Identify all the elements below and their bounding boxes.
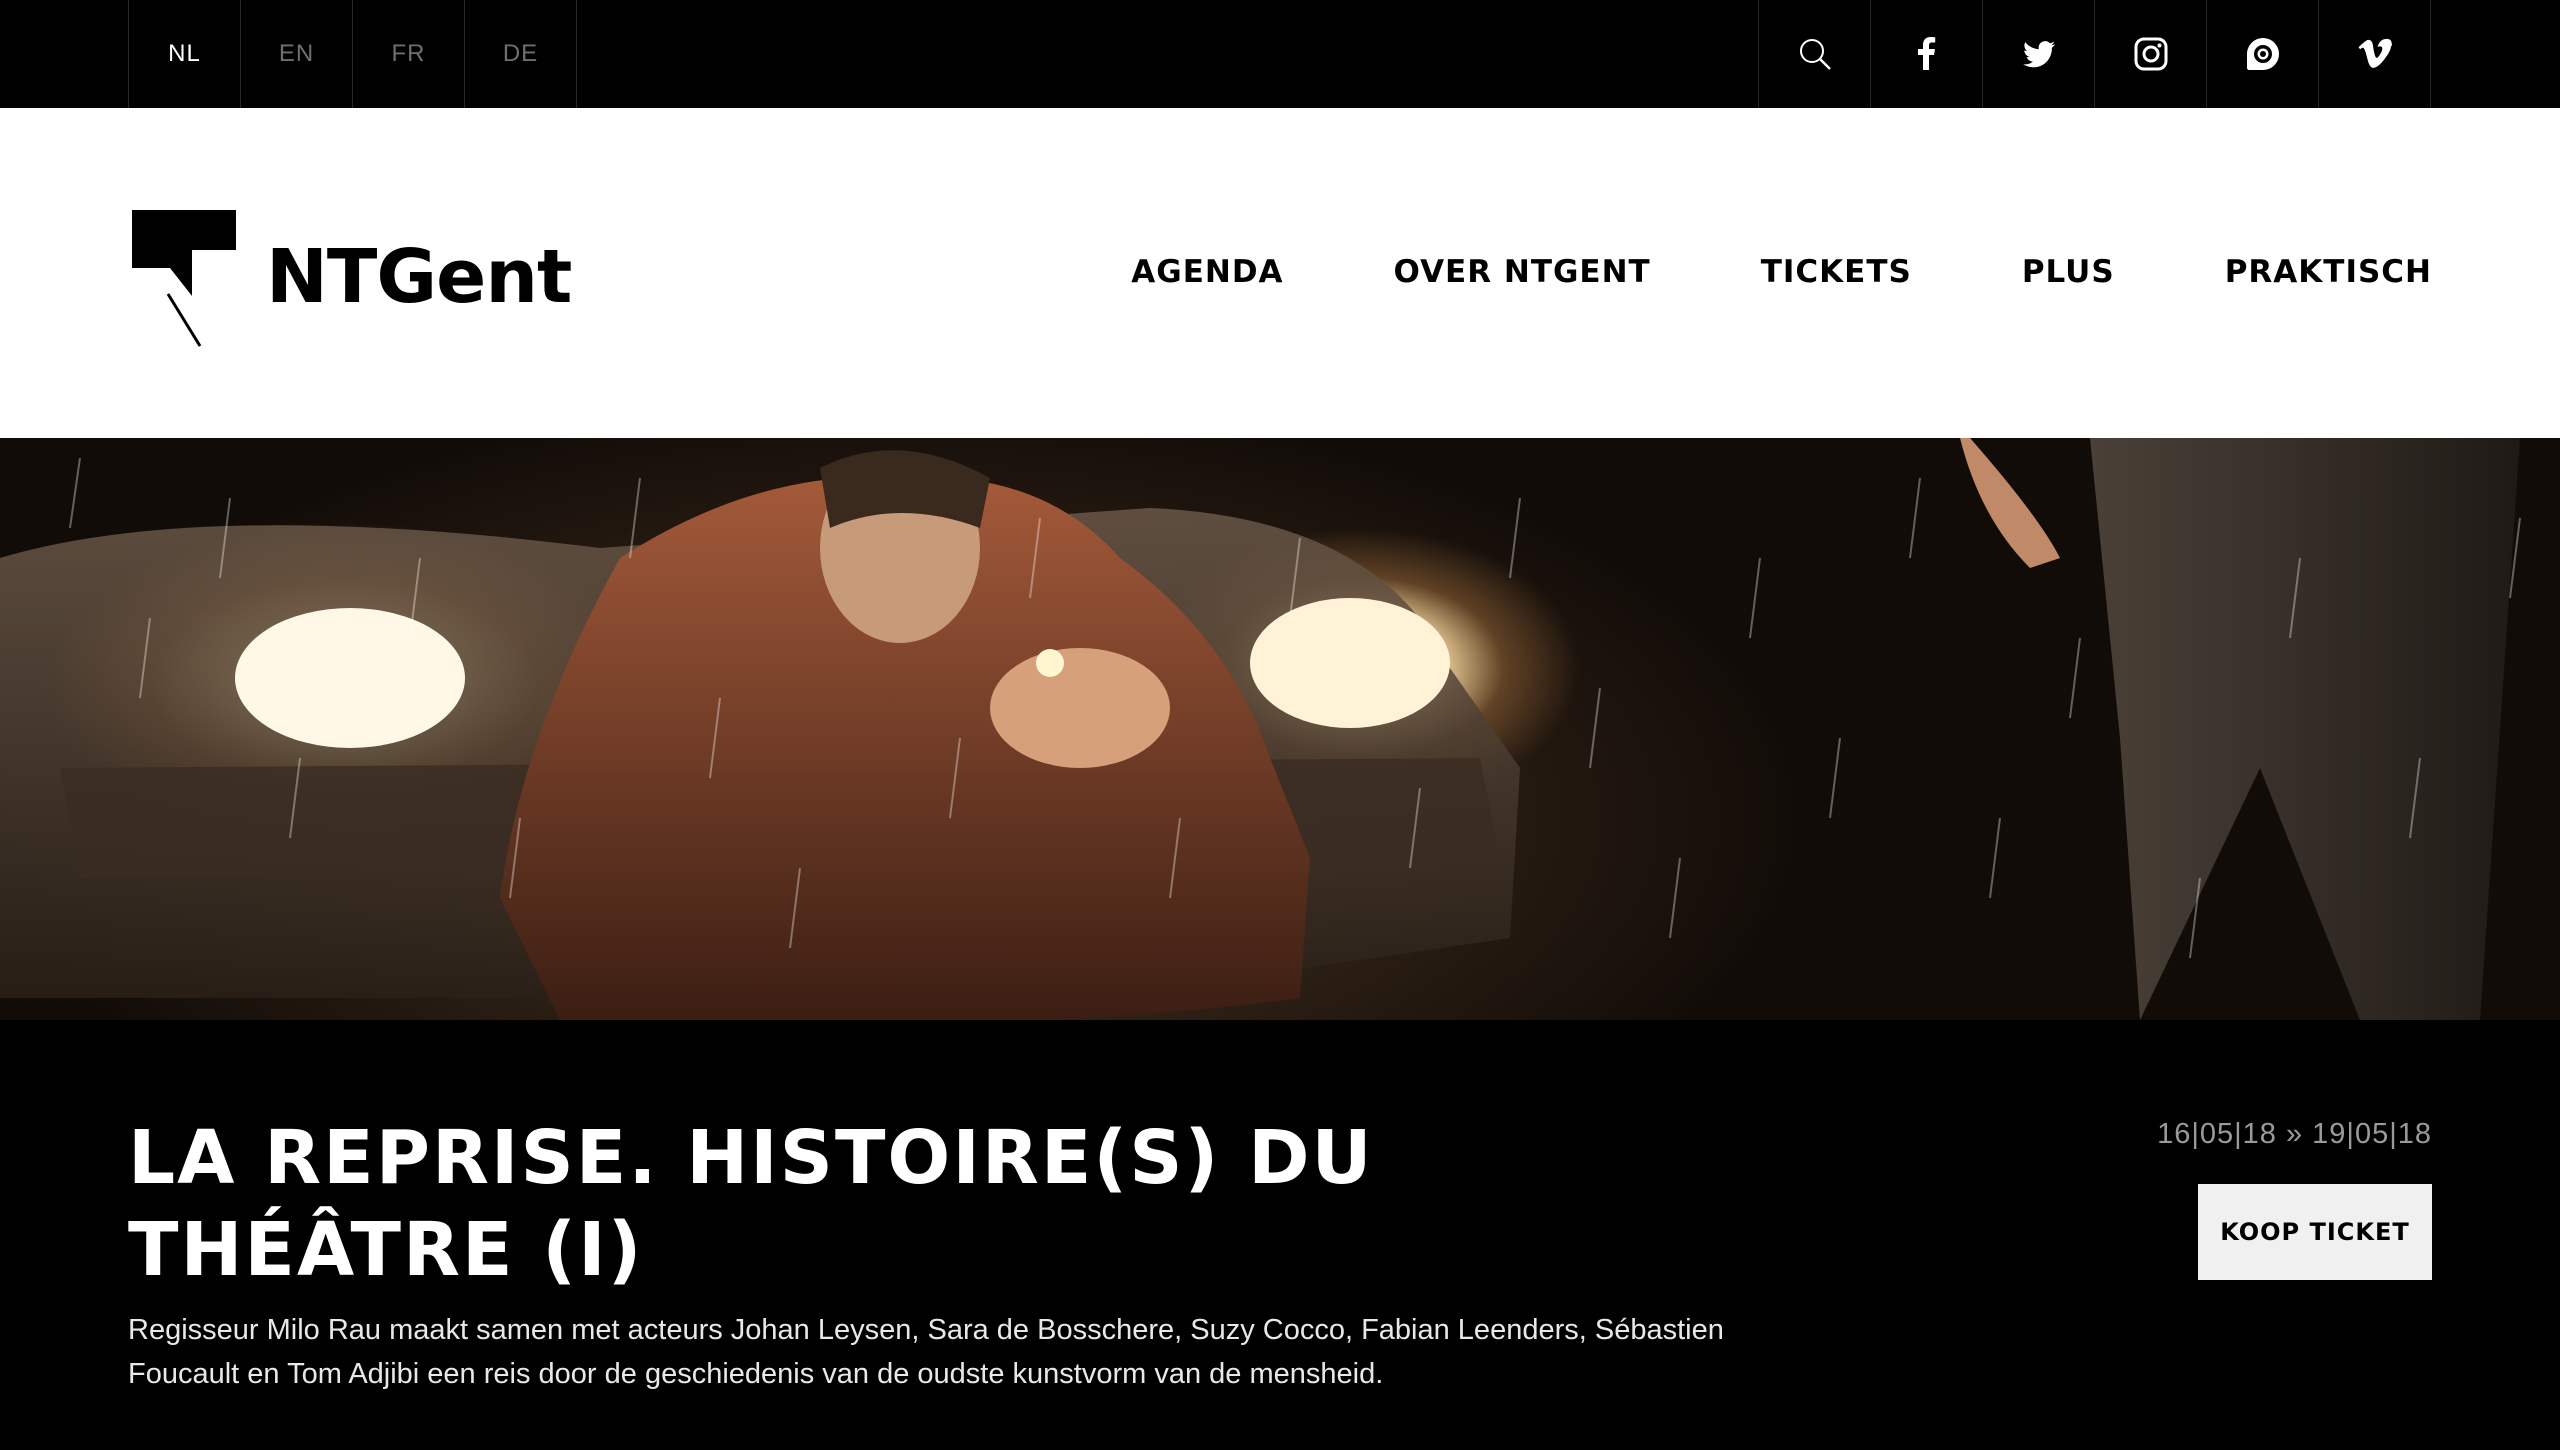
nav-tickets[interactable]: TICKETS bbox=[1761, 254, 1912, 290]
site-header: NTGent AGENDA OVER NTGENT TICKETS PLUS P… bbox=[0, 108, 2560, 438]
twitter-link[interactable] bbox=[1983, 0, 2095, 108]
main-navigation: AGENDA OVER NTGENT TICKETS PLUS PRAKTISC… bbox=[1021, 254, 2432, 290]
instagram-icon bbox=[2134, 37, 2167, 71]
nav-plus[interactable]: PLUS bbox=[2022, 254, 2115, 290]
nav-over-ntgent[interactable]: OVER NTGENT bbox=[1394, 254, 1651, 290]
instagram-link[interactable] bbox=[2095, 0, 2207, 108]
social-links bbox=[1758, 0, 2431, 108]
facebook-icon bbox=[1917, 37, 1935, 70]
show-title: LA REPRISE. HISTOIRE(S) DU THÉÂTRE (I) bbox=[128, 1115, 1374, 1293]
show-dates: 16|05|18 » 19|05|18 bbox=[2157, 1118, 2432, 1150]
twitter-icon bbox=[2022, 41, 2055, 68]
top-bar: NL EN FR DE bbox=[0, 0, 2560, 108]
hero-scene bbox=[0, 438, 2521, 1020]
facebook-link[interactable] bbox=[1871, 0, 1983, 108]
hero-image bbox=[0, 438, 2560, 1020]
vimeo-link[interactable] bbox=[2319, 0, 2431, 108]
ntgent-logo[interactable]: NTGent bbox=[130, 208, 572, 358]
vimeo-icon bbox=[2358, 38, 2392, 68]
ntgent-logo-mark bbox=[132, 210, 236, 347]
brand-name: NTGent bbox=[266, 234, 572, 320]
buy-ticket-button[interactable]: KOOP TICKET bbox=[2198, 1184, 2432, 1280]
lang-de[interactable]: DE bbox=[465, 0, 577, 108]
issuu-icon bbox=[2246, 38, 2279, 70]
lang-nl[interactable]: NL bbox=[129, 0, 241, 108]
lang-en[interactable]: EN bbox=[241, 0, 353, 108]
show-description: Regisseur Milo Rau maakt samen met acteu… bbox=[128, 1314, 1724, 1390]
nav-agenda[interactable]: AGENDA bbox=[1131, 254, 1283, 290]
search-icon bbox=[1799, 39, 1831, 70]
issuu-link[interactable] bbox=[2207, 0, 2319, 108]
show-info: LA REPRISE. HISTOIRE(S) DU THÉÂTRE (I) R… bbox=[0, 1020, 2560, 1450]
language-switcher: NL EN FR DE bbox=[128, 0, 577, 108]
search-button[interactable] bbox=[1759, 0, 1871, 108]
nav-praktisch[interactable]: PRAKTISCH bbox=[2225, 254, 2432, 290]
lang-fr[interactable]: FR bbox=[353, 0, 465, 108]
